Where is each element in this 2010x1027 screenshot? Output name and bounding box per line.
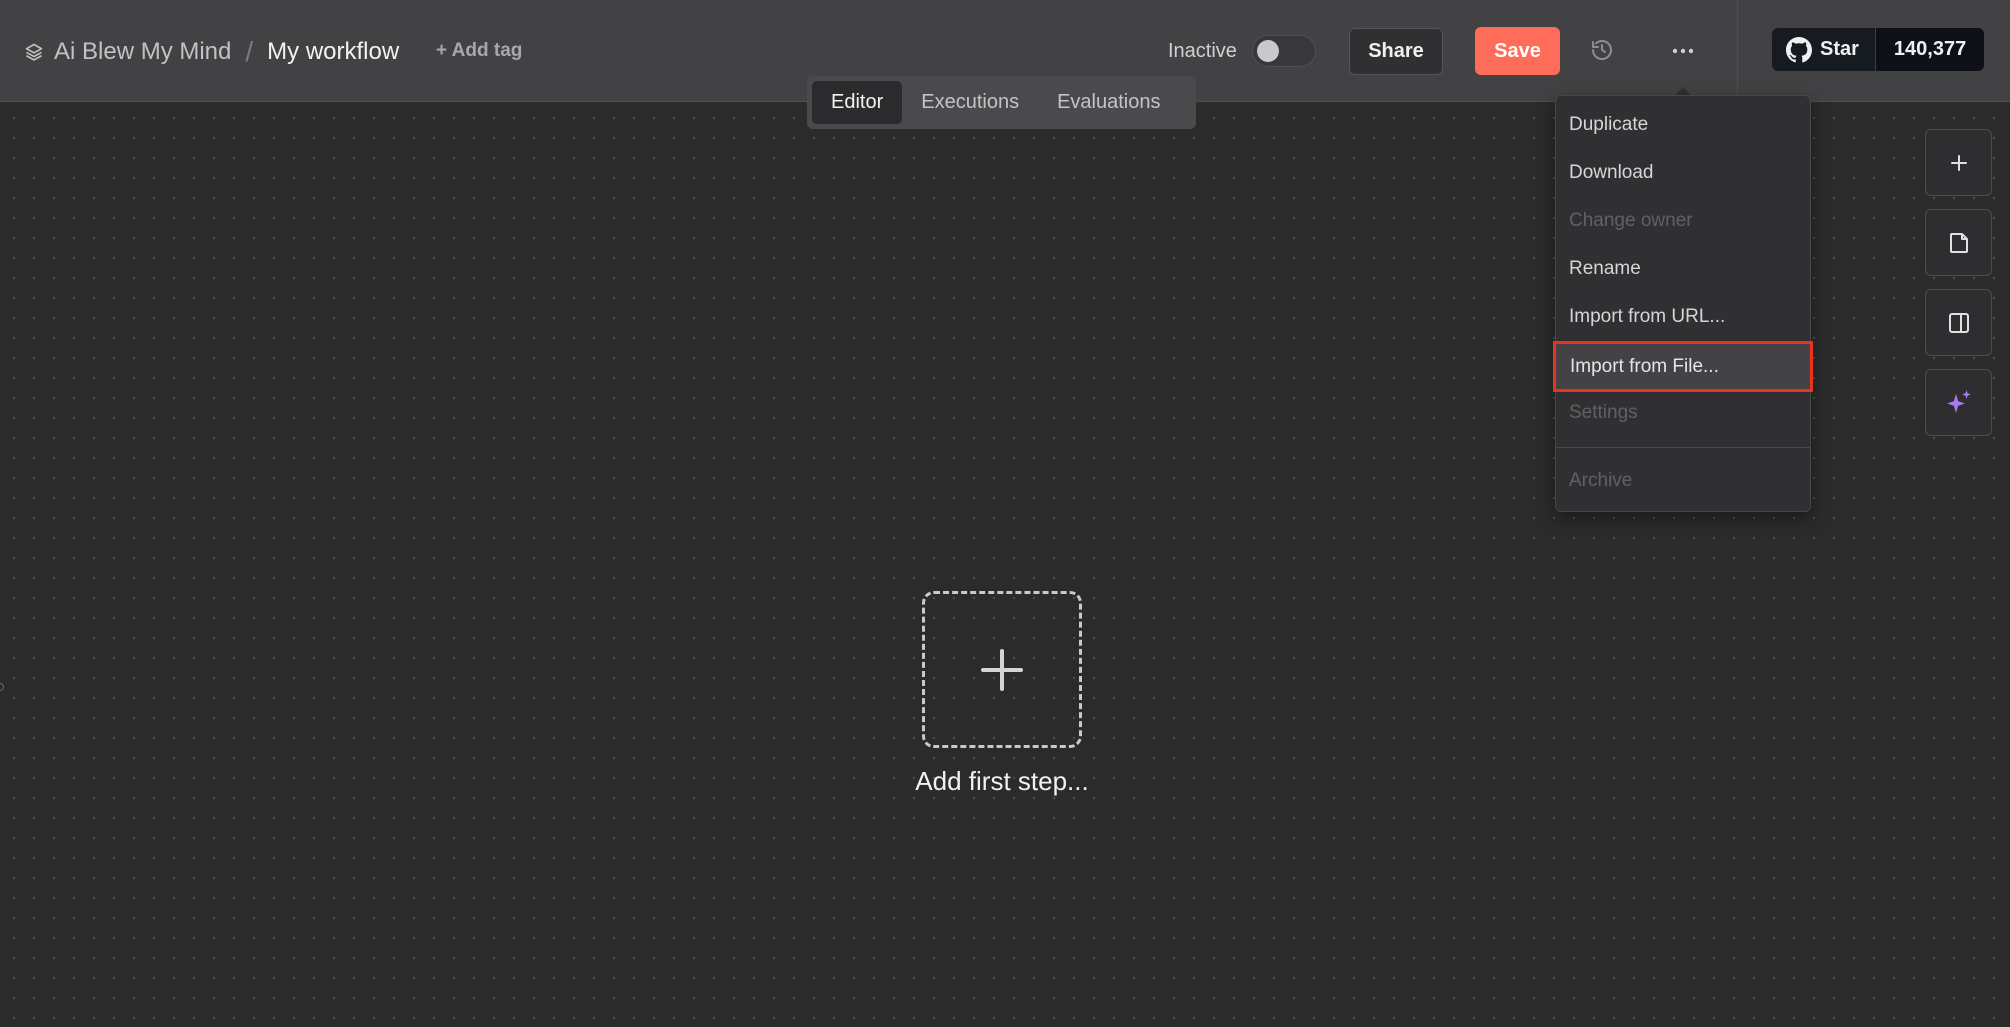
breadcrumb-separator: / [245, 36, 254, 67]
menu-item-archive: Archive [1569, 470, 1633, 491]
menu-divider [1556, 447, 1810, 448]
github-icon [1786, 36, 1812, 62]
view-tabs: Editor Executions Evaluations [807, 76, 1196, 129]
menu-item-rename[interactable]: Rename [1556, 245, 1810, 293]
github-star-label: Star [1820, 38, 1859, 60]
panel-right-icon [1948, 312, 1969, 333]
toggle-panel-button[interactable] [1925, 289, 1992, 356]
add-sticky-note-button[interactable] [1925, 209, 1992, 276]
menu-item-duplicate[interactable]: Duplicate [1556, 101, 1810, 149]
toggle-knob [1257, 40, 1279, 62]
header-divider [1737, 0, 1738, 102]
tab-executions[interactable]: Executions [902, 81, 1038, 124]
menu-item-import-from-url[interactable]: Import from URL... [1556, 293, 1810, 341]
add-tag-button[interactable]: + Add tag [436, 40, 522, 62]
menu-item-download[interactable]: Download [1556, 149, 1810, 197]
menu-item-change-owner: Change owner [1569, 210, 1693, 231]
history-button[interactable] [1588, 36, 1616, 64]
github-star-button[interactable]: Star [1772, 28, 1876, 71]
ai-assistant-button[interactable] [1925, 369, 1992, 436]
add-node-button[interactable] [1925, 129, 1992, 196]
sticky-note-icon [1949, 232, 1968, 253]
share-button[interactable]: Share [1349, 28, 1443, 75]
menu-item-import-from-file[interactable]: Import from File... [1553, 341, 1813, 392]
canvas-side-toolbar [1925, 129, 1992, 449]
github-star-widget[interactable]: Star 140,377 [1772, 28, 1985, 71]
more-options-button[interactable] [1666, 34, 1700, 68]
workflow-status-label: Inactive [1168, 40, 1237, 62]
plus-icon [1950, 154, 1967, 171]
menu-item-settings: Settings [1569, 402, 1638, 423]
active-toggle[interactable] [1252, 35, 1316, 67]
sparkles-icon [1946, 389, 1971, 413]
layers-icon [25, 43, 43, 61]
breadcrumb: Ai Blew My Mind / My workflow [24, 36, 399, 68]
plus-icon [981, 648, 1023, 691]
tab-editor[interactable]: Editor [812, 81, 903, 124]
breadcrumb-project-label: Ai Blew My Mind [54, 38, 232, 65]
tab-evaluations[interactable]: Evaluations [1038, 81, 1179, 124]
history-icon [1592, 40, 1612, 60]
add-first-step-button[interactable] [922, 591, 1082, 748]
save-button[interactable]: Save [1475, 27, 1560, 75]
breadcrumb-project[interactable]: Ai Blew My Mind [24, 38, 231, 66]
workflow-options-menu: Duplicate Download Change owner Rename I… [1553, 95, 1813, 512]
github-star-count[interactable]: 140,377 [1875, 28, 1985, 71]
more-horizontal-icon [1672, 48, 1694, 54]
workflow-name[interactable]: My workflow [267, 38, 399, 66]
add-first-step-label: Add first step... [915, 766, 1089, 796]
